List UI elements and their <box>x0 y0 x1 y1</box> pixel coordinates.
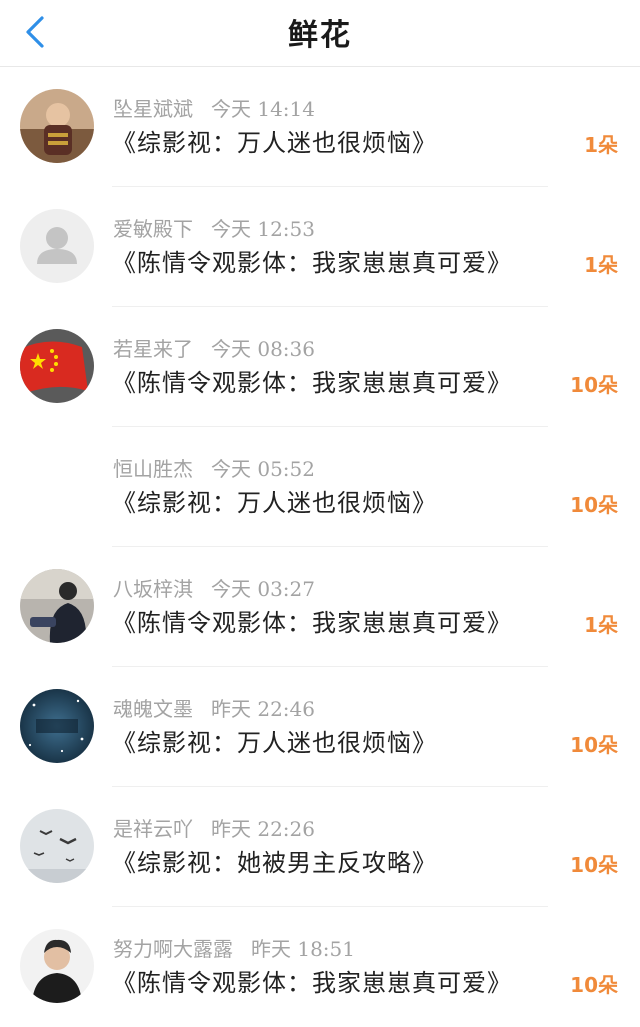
username[interactable]: 努力啊大露露 <box>113 937 233 961</box>
work-title[interactable]: 《综影视：万人迷也很烦恼》 <box>112 123 437 158</box>
timestamp: 今天 08:36 <box>211 337 315 361</box>
record-meta: 魂魄文墨 昨天 22:46 <box>113 693 315 722</box>
list-item[interactable]: 努力啊大露露 昨天 18:51 《陈情令观影体：我家崽崽真可爱》 10朵 <box>0 907 640 1027</box>
record-meta: 爱敏殿下 今天 12:53 <box>113 213 315 242</box>
work-title[interactable]: 《综影视：她被男主反攻略》 <box>112 843 437 878</box>
work-title[interactable]: 《陈情令观影体：我家崽崽真可爱》 <box>112 963 512 998</box>
flower-count: 10朵 <box>570 373 618 397</box>
record-meta: 是祥云吖 昨天 22:26 <box>113 813 315 842</box>
work-title[interactable]: 《陈情令观影体：我家崽崽真可爱》 <box>112 363 512 398</box>
username[interactable]: 是祥云吖 <box>113 817 193 841</box>
flower-count: 10朵 <box>570 493 618 517</box>
work-title[interactable]: 《陈情令观影体：我家崽崽真可爱》 <box>112 243 512 278</box>
list-item[interactable]: 八坂梓淇 今天 03:27 《陈情令观影体：我家崽崽真可爱》 1朵 <box>0 547 640 667</box>
flag-icon <box>20 329 94 403</box>
flower-count: 10朵 <box>570 973 618 997</box>
list-item[interactable]: 若星来了 今天 08:36 《陈情令观影体：我家崽崽真可爱》 10朵 <box>0 307 640 427</box>
record-meta: 坠星斌斌 今天 14:14 <box>113 93 315 122</box>
flower-count: 1朵 <box>584 133 618 157</box>
work-title[interactable]: 《综影视：万人迷也很烦恼》 <box>112 483 437 518</box>
timestamp: 今天 05:52 <box>211 457 315 481</box>
avatar[interactable] <box>20 809 94 883</box>
record-meta: 八坂梓淇 今天 03:27 <box>113 573 315 602</box>
record-meta: 努力啊大露露 昨天 18:51 <box>113 933 355 962</box>
username[interactable]: 八坂梓淇 <box>113 577 193 601</box>
flower-count: 1朵 <box>584 253 618 277</box>
list-item[interactable]: 爱敏殿下 今天 12:53 《陈情令观影体：我家崽崽真可爱》 1朵 <box>0 187 640 307</box>
page-title: 鲜花 <box>288 18 352 53</box>
username[interactable]: 若星来了 <box>113 337 193 361</box>
record-meta: 若星来了 今天 08:36 <box>113 333 315 362</box>
avatar[interactable] <box>20 929 94 1003</box>
timestamp: 今天 03:27 <box>211 577 315 601</box>
top-nav-bar: 鲜花 <box>0 0 640 67</box>
timestamp: 今天 14:14 <box>211 97 315 121</box>
timestamp: 今天 12:53 <box>211 217 315 241</box>
list-item[interactable]: 是祥云吖 昨天 22:26 《综影视：她被男主反攻略》 10朵 <box>0 787 640 907</box>
avatar[interactable] <box>20 89 94 163</box>
work-title[interactable]: 《综影视：万人迷也很烦恼》 <box>112 723 437 758</box>
username[interactable]: 爱敏殿下 <box>113 217 193 241</box>
flower-count: 10朵 <box>570 733 618 757</box>
default-user-icon <box>20 209 94 283</box>
record-meta: 恒山胜杰 今天 05:52 <box>113 453 315 482</box>
avatar[interactable] <box>20 209 94 283</box>
timestamp: 昨天 22:26 <box>211 817 315 841</box>
timestamp: 昨天 22:46 <box>211 697 315 721</box>
list-item[interactable]: 恒山胜杰 今天 05:52 《综影视：万人迷也很烦恼》 10朵 <box>0 427 640 547</box>
avatar[interactable] <box>20 689 94 763</box>
work-title[interactable]: 《陈情令观影体：我家崽崽真可爱》 <box>112 603 512 638</box>
username[interactable]: 恒山胜杰 <box>113 457 193 481</box>
list-item[interactable]: 坠星斌斌 今天 14:14 《综影视：万人迷也很烦恼》 1朵 <box>0 67 640 187</box>
username[interactable]: 坠星斌斌 <box>113 97 193 121</box>
timestamp: 昨天 18:51 <box>251 937 355 961</box>
list-item[interactable]: 魂魄文墨 昨天 22:46 《综影视：万人迷也很烦恼》 10朵 <box>0 667 640 787</box>
username[interactable]: 魂魄文墨 <box>113 697 193 721</box>
avatar[interactable] <box>20 329 94 403</box>
avatar[interactable] <box>20 569 94 643</box>
flower-count: 1朵 <box>584 613 618 637</box>
flower-count: 10朵 <box>570 853 618 877</box>
